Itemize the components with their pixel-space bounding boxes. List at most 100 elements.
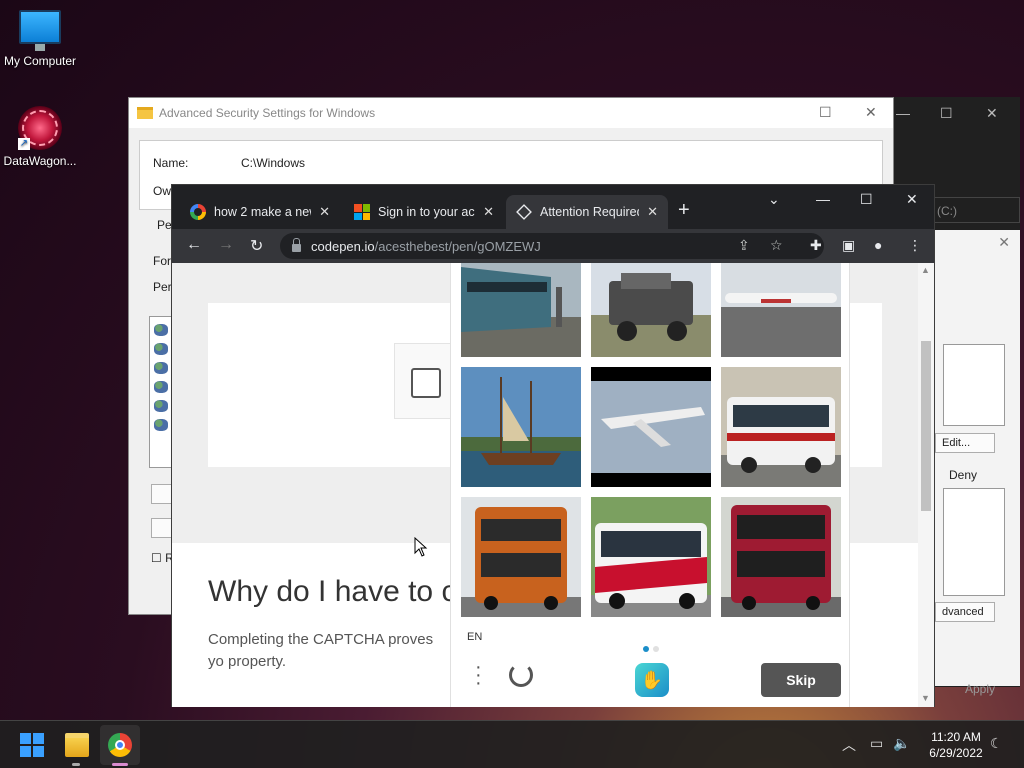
deny-column-label: Deny [949, 468, 978, 482]
captcha-tile-double-decker[interactable] [461, 497, 581, 617]
airplane-image [591, 367, 711, 487]
running-indicator [72, 763, 80, 766]
close-icon[interactable]: ✕ [906, 191, 918, 208]
shortcut-arrow-icon: ↗ [18, 138, 30, 150]
tab-permissions[interactable]: Pe [157, 218, 172, 232]
hcaptcha-logo-icon[interactable]: ✋ [635, 663, 669, 697]
tab-google[interactable]: how 2 make a new ✕ [180, 195, 340, 229]
airplane-image [721, 263, 841, 357]
start-button-icon[interactable] [20, 733, 44, 757]
captcha-menu-icon[interactable]: · · · [475, 657, 482, 693]
focus-assist-icon[interactable]: ☾ [990, 735, 1003, 752]
captcha-tile-airplane[interactable] [721, 263, 841, 357]
captcha-tile-truck[interactable] [591, 263, 711, 357]
maximize-icon[interactable]: ☐ [860, 191, 873, 208]
side-panel-icon[interactable]: ▣ [842, 237, 855, 254]
bookmark-star-icon[interactable]: ☆ [770, 237, 783, 254]
desktop-icon-my-computer[interactable]: My Computer [0, 10, 80, 68]
desktop-icon-label: My Computer [3, 54, 77, 68]
close-tab-icon[interactable]: ✕ [319, 204, 330, 220]
captcha-tile-train[interactable] [461, 263, 581, 357]
military-truck-image [591, 263, 711, 357]
tab-title: Sign in to your acc [378, 205, 476, 219]
tab-attention-required[interactable]: Attention Required ✕ [506, 195, 668, 229]
address-bar[interactable]: codepen.io/acesthebest/pen/gOMZEWJ ⇪ ☆ [280, 233, 824, 259]
group-list[interactable] [943, 344, 1005, 426]
browser-toolbar: ← → ↻ codepen.io/acesthebest/pen/gOMZEWJ… [172, 229, 934, 263]
chrome-icon[interactable] [108, 733, 132, 757]
advanced-button[interactable]: dvanced [935, 602, 995, 622]
close-tab-icon[interactable]: ✕ [483, 204, 494, 220]
bus-image [591, 497, 711, 617]
scroll-down-icon[interactable]: ▼ [921, 693, 930, 703]
clock[interactable]: 11:20 AM 6/29/2022 [920, 729, 992, 761]
user-group-icon [154, 343, 168, 355]
scroll-up-icon[interactable]: ▲ [921, 265, 930, 275]
close-icon[interactable]: ✕ [865, 104, 877, 121]
page-scrollbar[interactable]: ▲ ▼ [918, 263, 934, 707]
captcha-tile-ship[interactable] [461, 367, 581, 487]
tab-strip: how 2 make a new ✕ Sign in to your acc ✕… [172, 185, 934, 229]
profile-icon[interactable]: ● [874, 237, 882, 253]
microsoft-icon [354, 204, 370, 220]
maximize-icon[interactable]: ☐ [819, 104, 832, 121]
apply-button[interactable]: Apply [965, 682, 995, 696]
forward-icon[interactable]: → [218, 236, 234, 254]
hcaptcha-challenge: EN · · · ✋ Skip [450, 263, 850, 707]
back-icon[interactable]: ← [186, 236, 202, 254]
double-decker-bus-image [461, 497, 581, 617]
tab-title: how 2 make a new [214, 205, 312, 219]
refresh-challenge-icon[interactable] [509, 663, 533, 687]
close-tab-icon[interactable]: ✕ [647, 204, 658, 220]
window-title: Advanced Security Settings for Windows [159, 106, 376, 120]
close-icon[interactable]: ✕ [998, 234, 1010, 251]
window-titlebar: Advanced Security Settings for Windows [129, 98, 893, 128]
captcha-tile-bus[interactable] [721, 367, 841, 487]
user-group-icon [154, 324, 168, 336]
datawagon-icon: ↗ [18, 106, 62, 150]
desktop-icon-label: DataWagon... [3, 154, 77, 168]
google-icon [190, 204, 206, 220]
properties-panel: ✕ Edit... Deny dvanced Apply [934, 230, 1020, 696]
minimize-icon[interactable]: — [816, 191, 830, 207]
monitor-icon [19, 10, 61, 51]
clock-time: 11:20 AM [931, 730, 981, 744]
file-explorer-icon[interactable] [65, 733, 89, 757]
minimize-icon[interactable]: — [896, 105, 910, 121]
share-icon[interactable]: ⇪ [738, 237, 750, 254]
captcha-tile-double-decker-2[interactable] [721, 497, 841, 617]
clock-date: 6/29/2022 [929, 746, 983, 760]
url-path: /acesthebest/pen/gOMZEWJ [374, 238, 541, 254]
permission-list[interactable] [943, 488, 1005, 596]
edit-button[interactable]: Edit... [935, 433, 995, 453]
captcha-checkbox[interactable] [411, 368, 441, 398]
skip-button[interactable]: Skip [761, 663, 841, 697]
tab-microsoft[interactable]: Sign in to your acc ✕ [344, 195, 504, 229]
tab-search-icon[interactable]: ⌄ [768, 191, 780, 208]
chevron-up-icon[interactable]: ︿ [842, 735, 856, 755]
maximize-icon[interactable]: ☐ [940, 105, 953, 122]
desktop-icon-datawagon[interactable]: ↗ DataWagon... [0, 106, 80, 168]
volume-icon[interactable]: 🔈 [893, 735, 910, 752]
mouse-cursor-icon [414, 537, 428, 557]
for-label: For [153, 254, 171, 268]
network-icon[interactable]: ▭ [870, 735, 883, 752]
reload-icon[interactable]: ↻ [250, 236, 263, 256]
lock-icon [292, 238, 301, 252]
drive-field: (C:) [928, 197, 1020, 223]
folder-icon [137, 107, 153, 119]
close-icon[interactable]: ✕ [986, 105, 998, 122]
menu-icon[interactable]: ⋮ [908, 237, 922, 254]
new-tab-icon[interactable]: + [678, 199, 690, 222]
user-icon [154, 419, 168, 431]
user-group-icon [154, 381, 168, 393]
captcha-tile-bus-2[interactable] [591, 497, 711, 617]
captcha-tile-airplane-2[interactable] [591, 367, 711, 487]
train-image [461, 263, 581, 357]
page-heading: Why do I have to c [208, 575, 457, 608]
extensions-icon[interactable]: ✚ [810, 237, 822, 254]
name-label: Name: [153, 156, 189, 170]
language-selector[interactable]: EN [467, 631, 482, 643]
captcha-widget [394, 343, 454, 419]
scrollbar-thumb[interactable] [921, 341, 931, 511]
